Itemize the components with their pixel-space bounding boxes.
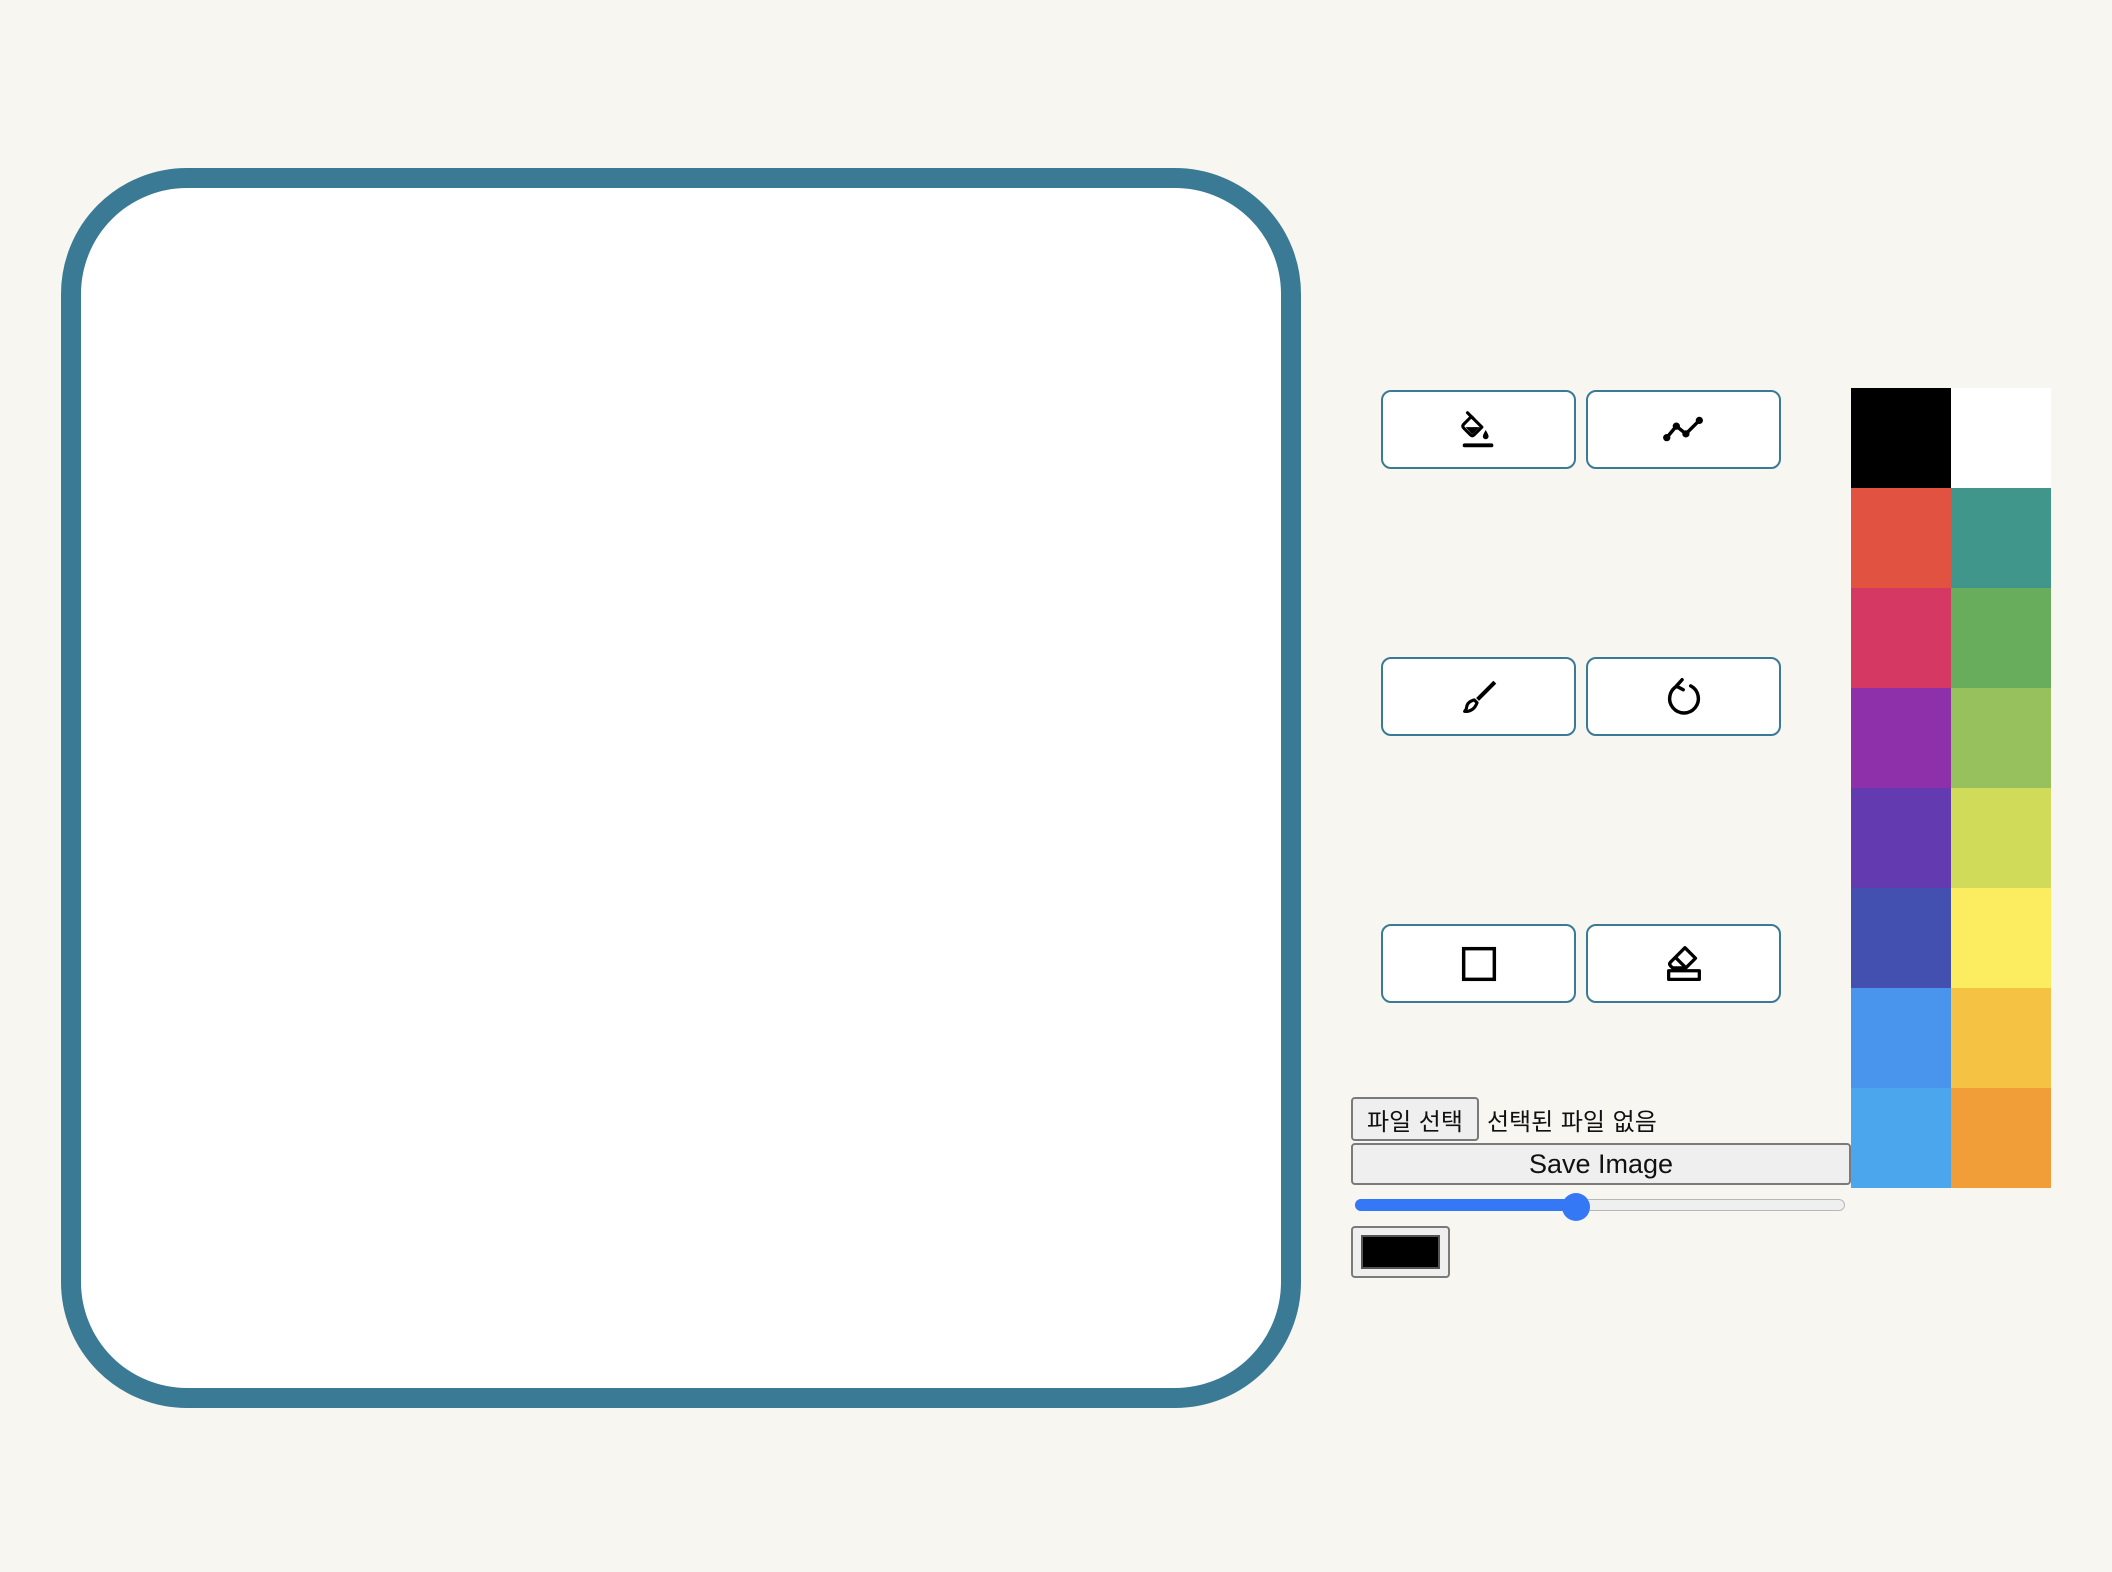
palette-swatch[interactable] (1951, 888, 2051, 988)
paint-bucket-icon (1460, 410, 1493, 447)
polyline-icon (1662, 416, 1703, 441)
palette-swatch[interactable] (1951, 488, 2051, 588)
palette-swatch[interactable] (1951, 788, 2051, 888)
line-tool-button[interactable] (1586, 390, 1781, 469)
eraser-tool-button[interactable] (1586, 924, 1781, 1003)
color-palette (1851, 388, 2051, 1188)
palette-swatch[interactable] (1851, 688, 1951, 788)
palette-swatch[interactable] (1951, 688, 2051, 788)
square-icon (1461, 946, 1496, 981)
file-status-text: 선택된 파일 없음 (1486, 1107, 1657, 1136)
palette-swatch[interactable] (1851, 988, 1951, 1088)
reset-tool-button[interactable] (1586, 657, 1781, 736)
current-color-swatch (1361, 1235, 1440, 1269)
palette-swatch[interactable] (1951, 388, 2051, 488)
palette-swatch[interactable] (1951, 1088, 2051, 1188)
slider-fill (1355, 1199, 1576, 1211)
save-image-button[interactable]: Save Image (1351, 1143, 1851, 1185)
choose-file-button[interactable]: 파일 선택 (1351, 1097, 1479, 1141)
rectangle-tool-button[interactable] (1381, 924, 1576, 1003)
palette-swatch[interactable] (1951, 988, 2051, 1088)
slider-thumb[interactable] (1561, 1193, 1590, 1221)
brush-tool-button[interactable] (1381, 657, 1576, 736)
rotate-icon (1667, 677, 1700, 715)
file-input[interactable]: 파일 선택 선택된 파일 없음 (1351, 1097, 1657, 1141)
palette-swatch[interactable] (1851, 388, 1951, 488)
eraser-icon (1666, 945, 1701, 981)
drawing-canvas[interactable] (61, 168, 1301, 1408)
color-picker[interactable] (1351, 1226, 1450, 1278)
palette-swatch[interactable] (1851, 888, 1951, 988)
palette-swatch[interactable] (1851, 488, 1951, 588)
brush-icon (1462, 680, 1496, 713)
brush-size-slider[interactable] (1355, 1193, 1845, 1221)
palette-swatch[interactable] (1851, 588, 1951, 688)
palette-swatch[interactable] (1851, 1088, 1951, 1188)
fill-tool-button[interactable] (1381, 390, 1576, 469)
palette-swatch[interactable] (1851, 788, 1951, 888)
palette-swatch[interactable] (1951, 588, 2051, 688)
